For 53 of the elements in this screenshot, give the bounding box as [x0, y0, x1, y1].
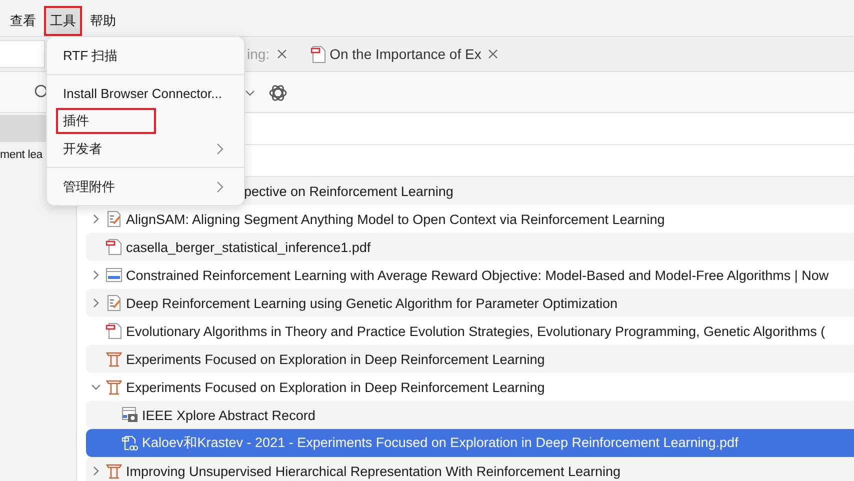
- close-icon[interactable]: [488, 49, 498, 59]
- item-title: IEEE Xplore Abstract Record: [142, 408, 316, 422]
- item-title: Experiments Focused on Exploration in Deep Reinforcement Learning: [126, 352, 545, 366]
- item-row[interactable]: Evolutionary Algorithms in Theory and Practice Evolution Strategies, Evolutionary Programming, Genetic Algorithms (: [86, 317, 854, 345]
- item-row[interactable]: casella_berger_statistical_inference1.pdf: [86, 233, 854, 261]
- item-title: Experiments Focused on Exploration in Deep Reinforcement Learning: [126, 380, 545, 394]
- item-row[interactable]: Kaloev和Krastev - 2021 - Experiments Focused on Exploration in Deep Reinforcement Learning.pdf: [86, 429, 854, 457]
- search-field[interactable]: [0, 40, 45, 68]
- pdf-file-icon: [310, 46, 326, 62]
- menu-item[interactable]: RTF 扫描: [47, 41, 244, 70]
- menu-bar-item[interactable]: 查看: [4, 6, 42, 36]
- item-row[interactable]: Experiments Focused on Exploration in Deep Reinforcement Learning: [86, 373, 854, 401]
- pdf-file-icon: [106, 239, 122, 255]
- chevron-right-icon: [216, 142, 224, 154]
- item-title: Kaloev和Krastev - 2021 - Experiments Focused on Exploration in Deep Reinforcement Learning.pdf: [142, 434, 738, 452]
- chevron-right-icon[interactable]: [91, 466, 101, 476]
- menu-bar-item[interactable]: 工具: [44, 6, 82, 36]
- menu-item[interactable]: 开发者: [47, 134, 244, 163]
- menu-bar-item[interactable]: 帮助: [84, 6, 122, 36]
- menu-item[interactable]: Install Browser Connector...: [47, 79, 244, 108]
- chevron-right-icon[interactable]: [91, 214, 101, 224]
- item-title: Deep Reinforcement Learning using Genetic Algorithm for Parameter Optimization: [126, 296, 618, 310]
- item-row[interactable]: Deep Reinforcement Learning using Genetic Algorithm for Parameter Optimization: [86, 289, 854, 317]
- lectern-icon: [106, 351, 122, 367]
- item-title: Improving Unsupervised Hierarchical Representation With Reinforcement Learning: [126, 464, 620, 478]
- pdf-file-icon: [106, 323, 122, 339]
- search-icon[interactable]: [34, 85, 46, 99]
- chevron-right-icon: [216, 180, 224, 192]
- lectern-icon: [106, 379, 122, 395]
- item-row[interactable]: IEEE Xplore Abstract Record: [86, 401, 854, 429]
- chevron-down-icon[interactable]: [91, 382, 101, 392]
- item-title: pective on Reinforcement Learning: [244, 184, 454, 198]
- chevron-down-icon[interactable]: [245, 89, 255, 97]
- linked-file-icon: [122, 435, 138, 451]
- item-row[interactable]: Improving Unsupervised Hierarchical Representation With Reinforcement Learning: [86, 457, 854, 481]
- item-row[interactable]: AlignSAM: Aligning Segment Anything Model to Open Context via Reinforcement Learning: [86, 205, 854, 233]
- lectern-icon: [106, 463, 122, 479]
- document-pen-icon: [106, 295, 122, 311]
- menu-item[interactable]: 插件: [56, 108, 156, 134]
- item-title: Evolutionary Algorithms in Theory and Practice Evolution Strategies, Evolutionary Programming, Genetic Algorithms (: [126, 324, 826, 338]
- item-title: Constrained Reinforcement Learning with Average Reward Objective: Model-Based and Model-Free Algorithms | Now: [126, 268, 829, 282]
- item-title: AlignSAM: Aligning Segment Anything Model to Open Context via Reinforcement Learning: [126, 212, 665, 226]
- webpage-camera-icon: [122, 407, 138, 423]
- item-row[interactable]: Experiments Focused on Exploration in Deep Reinforcement Learning: [86, 345, 854, 373]
- knot-icon[interactable]: [268, 83, 288, 103]
- webpage-icon: [106, 267, 122, 283]
- item-title: casella_berger_statistical_inference1.pdf: [126, 240, 371, 254]
- chevron-right-icon[interactable]: [91, 270, 101, 280]
- chevron-right-icon[interactable]: [91, 298, 101, 308]
- document-pen-icon: [106, 211, 122, 227]
- item-row[interactable]: Constrained Reinforcement Learning with Average Reward Objective: Model-Based and Model-Free Algorithms | Now: [86, 261, 854, 289]
- close-icon[interactable]: [276, 49, 287, 59]
- tab[interactable]: On the Importance of Ex: [310, 46, 498, 62]
